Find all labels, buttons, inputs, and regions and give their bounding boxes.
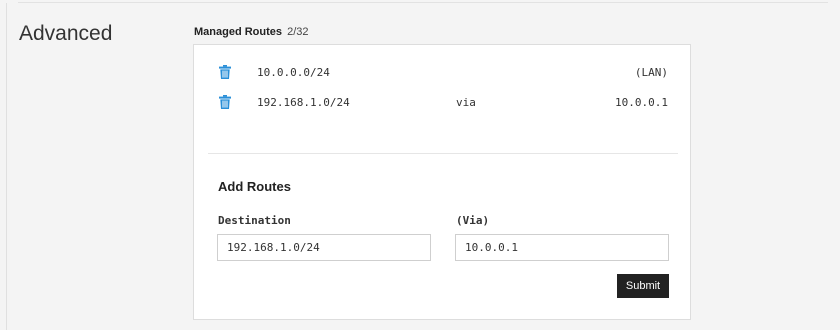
section-divider: [208, 153, 678, 154]
route-row: 192.168.1.0/24 via 10.0.0.1: [194, 95, 690, 115]
section-title: Advanced: [19, 22, 113, 45]
submit-button[interactable]: Submit: [617, 274, 669, 298]
via-input[interactable]: [455, 234, 669, 261]
managed-routes-title: Managed Routes: [194, 26, 283, 38]
route-destination: 192.168.1.0/24: [257, 96, 350, 109]
managed-routes-count: 2/32: [287, 26, 309, 38]
trash-icon[interactable]: [219, 95, 231, 109]
route-via-label: via: [456, 96, 476, 109]
via-label: (Via): [456, 214, 490, 227]
route-target: 10.0.0.1: [615, 96, 668, 109]
trash-icon[interactable]: [219, 65, 231, 79]
route-row: 10.0.0.0/24 (LAN): [194, 65, 690, 85]
add-routes-title: Add Routes: [218, 179, 291, 194]
destination-input[interactable]: [217, 234, 431, 261]
managed-routes-header: Managed Routes 2/32: [194, 26, 309, 38]
route-destination: 10.0.0.0/24: [257, 66, 330, 79]
routes-card: 10.0.0.0/24 (LAN) 192.168.1.0/24 via 10.…: [193, 44, 691, 320]
route-target: (LAN): [634, 66, 668, 79]
destination-label: Destination: [218, 214, 291, 227]
